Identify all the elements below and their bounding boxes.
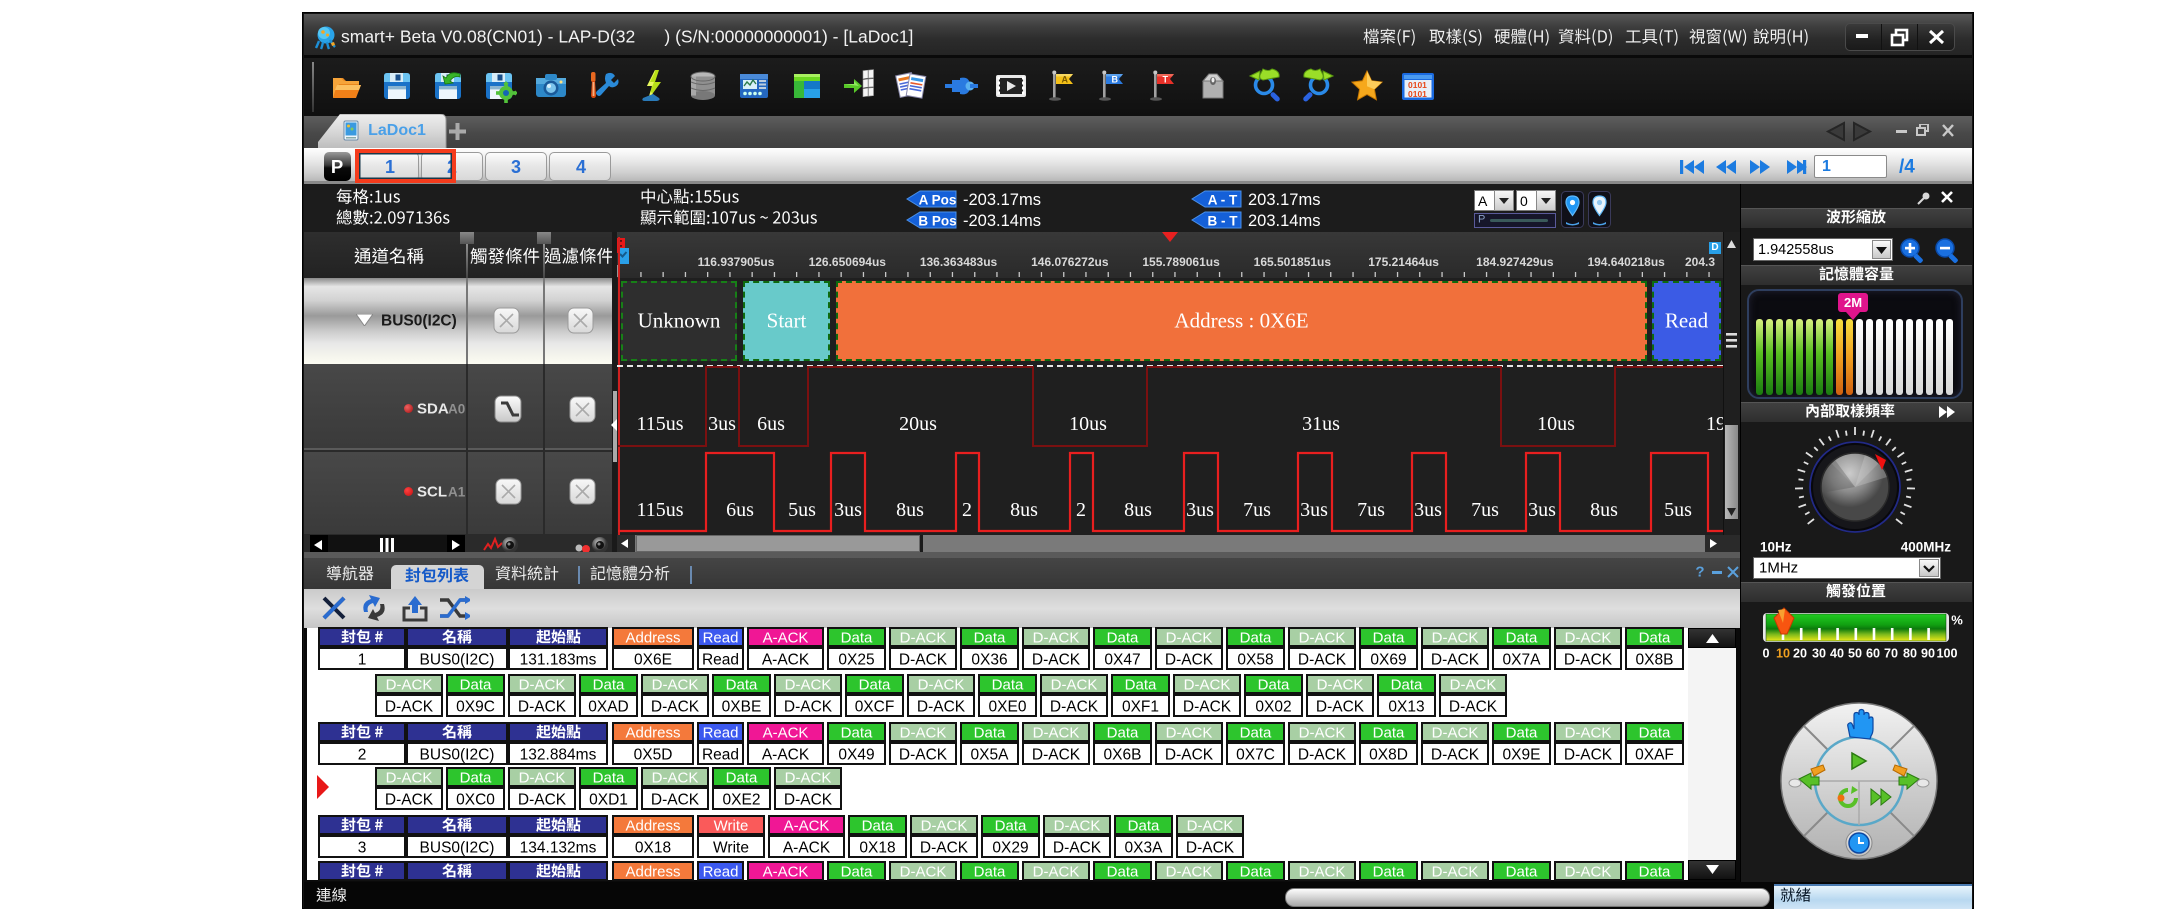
svg-text:0101: 0101	[1408, 89, 1427, 99]
svg-text:A: A	[1062, 75, 1069, 85]
svg-text:B: B	[1112, 75, 1119, 85]
svg-text:T: T	[1163, 75, 1169, 85]
svg-text:2M: 2M	[1844, 295, 1862, 310]
